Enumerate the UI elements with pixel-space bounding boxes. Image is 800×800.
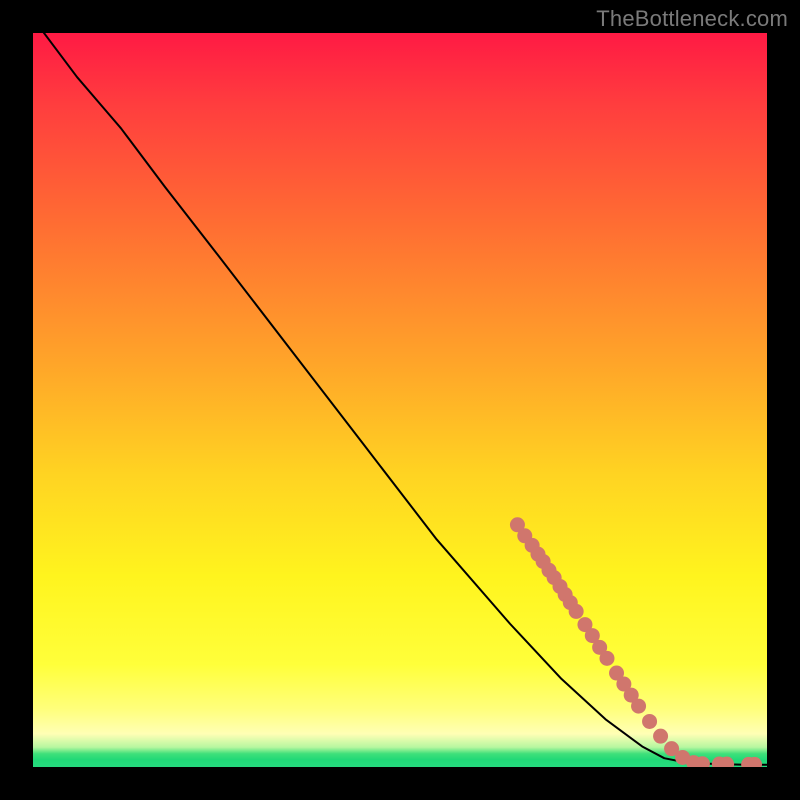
main-curve — [33, 33, 767, 765]
watermark-label: TheBottleneck.com — [596, 6, 788, 32]
chart-svg — [33, 33, 767, 767]
curve-path — [33, 33, 767, 765]
data-dot — [569, 604, 584, 619]
data-dot — [653, 729, 668, 744]
chart-frame: TheBottleneck.com — [0, 0, 800, 800]
data-dots — [510, 517, 762, 767]
data-dot — [599, 651, 614, 666]
data-dot — [631, 699, 646, 714]
data-dot — [642, 714, 657, 729]
plot-area — [33, 33, 767, 767]
